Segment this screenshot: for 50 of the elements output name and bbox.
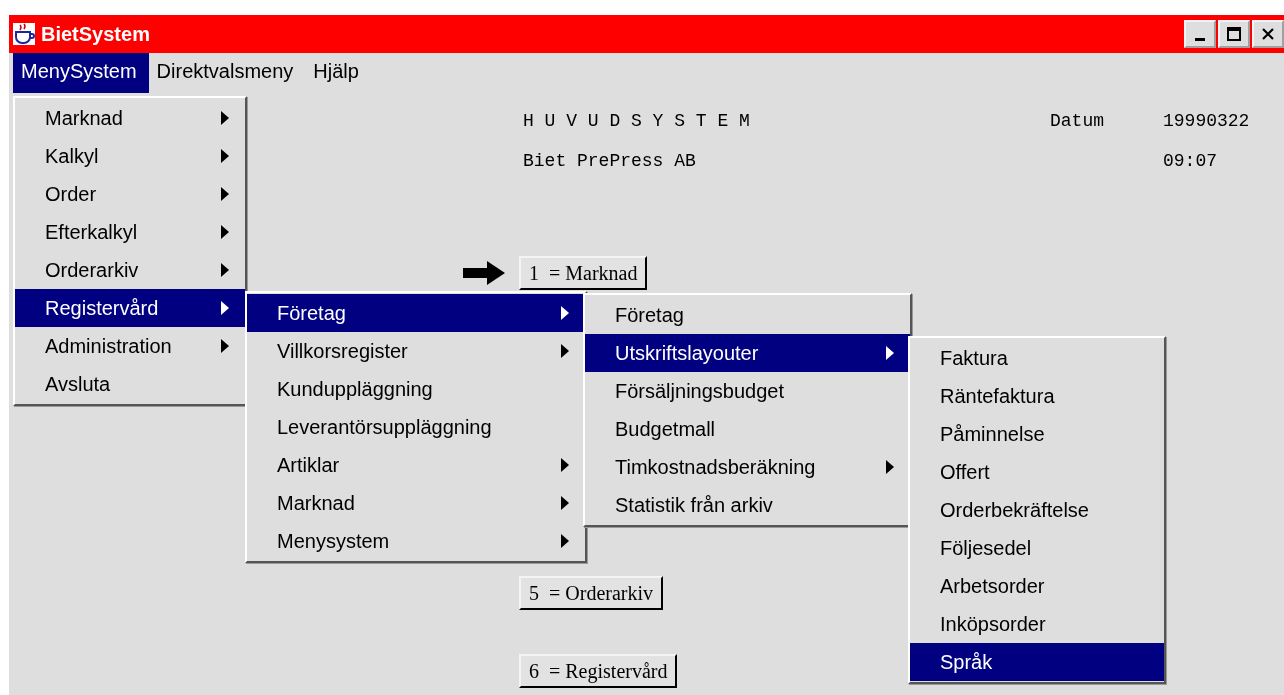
menu-item[interactable]: Order	[15, 175, 245, 213]
minimize-button[interactable]	[1184, 20, 1216, 48]
menu-item[interactable]: Följesedel	[910, 529, 1164, 567]
menu-item[interactable]: Artiklar	[247, 446, 585, 484]
menu-item[interactable]: Försäljningsbudget	[585, 372, 910, 410]
menu-item[interactable]: Leverantörsuppläggning	[247, 408, 585, 446]
menu-item[interactable]: Företag	[247, 294, 585, 332]
menu-item[interactable]: Orderbekräftelse	[910, 491, 1164, 529]
menu-item[interactable]: Statistik från arkiv	[585, 486, 910, 524]
date-label: Datum	[1050, 111, 1105, 131]
menu-item[interactable]: Timkostnadsberäkning	[585, 448, 910, 486]
menu-item[interactable]: Administration	[15, 327, 245, 365]
menu-item[interactable]: Utskriftslayouter	[585, 334, 910, 372]
close-button[interactable]	[1252, 20, 1284, 48]
arrow-icon	[463, 261, 505, 285]
close-icon	[1261, 27, 1275, 41]
minimize-icon	[1195, 37, 1205, 41]
menu-choice-button[interactable]: 6 = Registervård	[519, 654, 678, 688]
menu-item[interactable]: Faktura	[910, 339, 1164, 377]
date-value: 19990322	[1163, 111, 1250, 131]
menu-item[interactable]: Offert	[910, 453, 1164, 491]
cup-icon	[13, 23, 35, 45]
menu-item[interactable]: Kalkyl	[15, 137, 245, 175]
menu-item[interactable]: Menysystem	[247, 522, 585, 560]
window-title: BietSystem	[41, 22, 150, 46]
menu-item[interactable]: Språk	[910, 643, 1164, 681]
company-name: Biet PrePress AB	[523, 151, 697, 171]
menu-item[interactable]: Räntefaktura	[910, 377, 1164, 415]
menu-item[interactable]: Budgetmall	[585, 410, 910, 448]
menu-bar-item[interactable]: Hjälp	[305, 53, 371, 93]
menu-item[interactable]: Marknad	[247, 484, 585, 522]
menu-item[interactable]: Marknad	[15, 99, 245, 137]
maximize-button[interactable]	[1218, 20, 1250, 48]
menu-item[interactable]: Efterkalkyl	[15, 213, 245, 251]
menu-item[interactable]: Orderarkiv	[15, 251, 245, 289]
menu-bar-item[interactable]: Direktvalsmeny	[148, 53, 306, 93]
menu-item[interactable]: Påminnelse	[910, 415, 1164, 453]
menu-item[interactable]: Företag	[585, 296, 910, 334]
time-value: 09:07	[1163, 151, 1217, 171]
menu-item[interactable]: Avsluta	[15, 365, 245, 403]
menu-choice-button[interactable]: 5 = Orderarkiv	[519, 576, 663, 610]
menu-item[interactable]: Inköpsorder	[910, 605, 1164, 643]
menu-bar-item[interactable]: MenySystem	[13, 53, 149, 93]
menu-choice-button[interactable]: 1 = Marknad	[519, 256, 648, 290]
menu-item[interactable]: Kunduppläggning	[247, 370, 585, 408]
maximize-icon	[1226, 26, 1242, 42]
system-title: H U V U D S Y S T E M	[523, 111, 751, 131]
menu-item[interactable]: Villkorsregister	[247, 332, 585, 370]
menu-item[interactable]: Registervård	[15, 289, 245, 327]
menu-item[interactable]: Arbetsorder	[910, 567, 1164, 605]
